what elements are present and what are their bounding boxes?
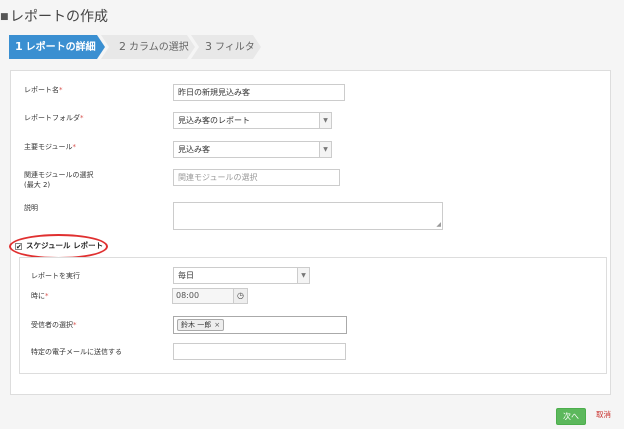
related-modules-input[interactable]: 関連モジュールの選択 <box>173 169 340 186</box>
specific-email-input[interactable] <box>173 343 346 360</box>
schedule-report-label[interactable]: スケジュール レポート <box>26 241 103 251</box>
schedule-report-checkbox[interactable]: ✔ <box>15 243 22 251</box>
time-input[interactable]: 08:00 <box>173 289 235 303</box>
run-frequency-select[interactable]: 毎日 ▼ <box>173 267 310 284</box>
primary-module-label-text: 主要モジュール <box>24 143 73 151</box>
time-picker[interactable]: 08:00 ◷ <box>172 288 248 304</box>
recipient-tag: 鈴木 一郎 × <box>177 319 225 331</box>
report-name-input[interactable]: 昨日の新規見込み客 <box>173 84 345 101</box>
required-mark: * <box>59 86 63 94</box>
page-header: ■ レポートの作成 <box>0 0 624 30</box>
chevron-down-icon[interactable]: ▼ <box>319 113 331 128</box>
clock-icon[interactable]: ◷ <box>233 289 247 303</box>
run-frequency-value: 毎日 <box>178 271 194 280</box>
primary-module-value: 見込み客 <box>178 145 210 154</box>
report-name-label: レポート名* <box>24 85 63 95</box>
related-modules-label: 関連モジュールの選択 <box>24 171 94 179</box>
page-title: レポートの作成 <box>10 9 108 25</box>
report-folder-select[interactable]: 見込み客のレポート ▼ <box>173 112 332 129</box>
wizard-steps: 1 レポートの詳細 2 カラムの選択 3 フィルタ <box>9 35 261 59</box>
step-number: 1 <box>15 40 23 53</box>
report-name-label-text: レポート名 <box>24 86 59 94</box>
required-mark: * <box>73 321 77 329</box>
report-folder-label: レポートフォルダ* <box>24 113 84 123</box>
required-mark: * <box>72 143 77 151</box>
wizard-step-filters[interactable]: 3 フィルタ <box>191 35 261 59</box>
run-report-label: レポートを実行 <box>31 272 80 280</box>
step-number: 2 <box>119 40 126 53</box>
resize-grip-icon[interactable]: ◢ <box>436 222 441 228</box>
close-icon[interactable]: × <box>214 321 220 329</box>
next-button[interactable]: 次へ <box>556 408 586 425</box>
time-label-text: 時に <box>31 292 45 300</box>
report-folder-label-text: レポートフォルダ <box>24 114 80 122</box>
required-mark: * <box>45 292 49 300</box>
recipients-label-text: 受信者の選択 <box>31 321 73 329</box>
recipient-name: 鈴木 一郎 <box>181 321 212 329</box>
required-mark: * <box>80 114 84 122</box>
related-modules-limit: (最大 2) <box>24 181 51 189</box>
cancel-link[interactable]: 取消 <box>596 409 611 421</box>
step-label: レポートの詳細 <box>25 42 96 53</box>
primary-module-select[interactable]: 見込み客 ▼ <box>173 141 332 158</box>
step-number: 3 <box>205 40 212 53</box>
recipients-label: 受信者の選択* <box>31 320 77 330</box>
description-label: 説明 <box>24 204 38 212</box>
wizard-step-details[interactable]: 1 レポートの詳細 <box>9 35 105 59</box>
specific-email-label: 特定の電子メールに送信する <box>31 348 122 356</box>
primary-module-label: 主要モジュール* <box>24 142 76 152</box>
step-label: フィルタ <box>215 42 255 53</box>
recipients-input[interactable]: 鈴木 一郎 × <box>173 316 347 334</box>
report-folder-value: 見込み客のレポート <box>178 116 250 125</box>
description-textarea[interactable]: ◢ <box>173 202 443 230</box>
wizard-step-columns[interactable]: 2 カラムの選択 <box>101 35 195 59</box>
step-label: カラムの選択 <box>129 42 189 53</box>
chevron-down-icon[interactable]: ▼ <box>297 268 309 283</box>
time-label: 時に* <box>31 291 49 301</box>
report-icon: ■ <box>0 12 9 22</box>
chevron-down-icon[interactable]: ▼ <box>319 142 331 157</box>
